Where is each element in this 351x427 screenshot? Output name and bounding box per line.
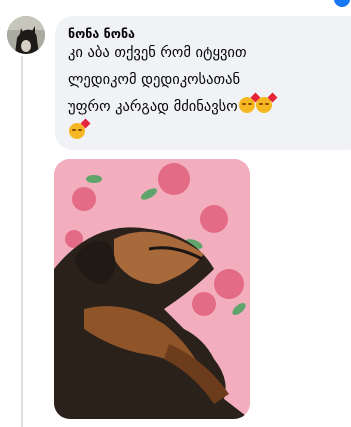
comment-text: უფრო კარგად მძინავსო xyxy=(68,99,238,115)
smiling-face-with-hearts-icon xyxy=(255,92,278,113)
comment-author[interactable]: ნონა ნონა xyxy=(68,26,135,41)
avatar-dog-icon xyxy=(7,16,45,54)
comment-text-line: ლედიკომ დედიკოსათან xyxy=(68,72,241,88)
reply-thread-line xyxy=(21,56,23,427)
smiling-face-with-hearts-icon xyxy=(238,92,261,113)
avatar[interactable] xyxy=(7,16,45,54)
comment-text-line: კი აბა თქვენ რომ იტყვით xyxy=(68,45,247,61)
sleeping-dog-photo xyxy=(54,159,250,419)
smiling-face-with-hearts-icon xyxy=(69,118,91,139)
comment-text-line: უფრო კარგად მძინავსო xyxy=(68,92,351,117)
reaction-icon xyxy=(334,0,350,7)
comment-text-line xyxy=(68,118,351,143)
comment-photo[interactable] xyxy=(54,159,250,419)
previous-comment-cutoff xyxy=(0,0,351,10)
